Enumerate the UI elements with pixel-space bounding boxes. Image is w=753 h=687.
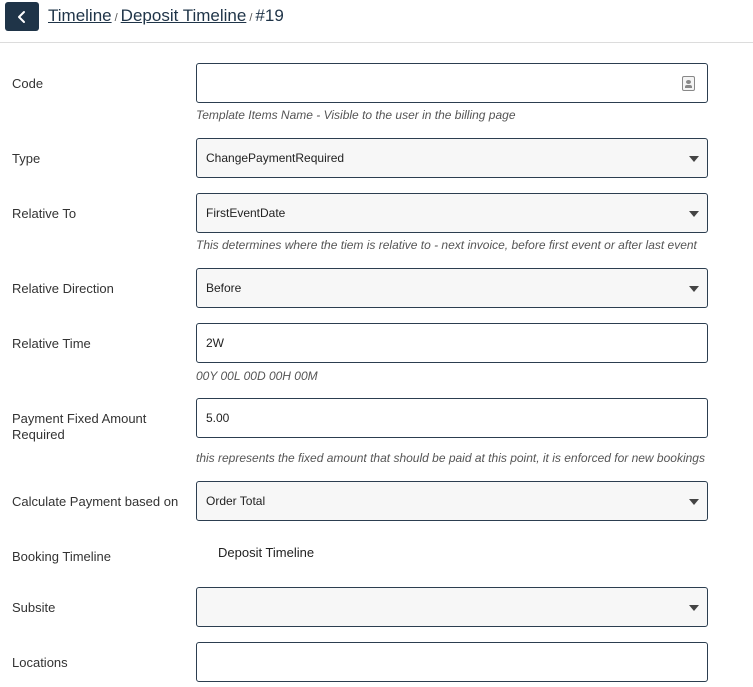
payment-fixed-amount-input[interactable]: 5.00 (196, 398, 708, 438)
calculate-payment-select[interactable]: Order Total (196, 481, 708, 521)
booking-timeline-label: Booking Timeline (12, 549, 111, 564)
payment-fixed-amount-label-line2: Required (12, 427, 65, 442)
relative-to-label: Relative To (12, 206, 77, 221)
payment-fixed-amount-label: Payment Fixed Amount Required (12, 411, 192, 443)
code-label: Code (12, 76, 44, 91)
calculate-payment-label: Calculate Payment based on (12, 494, 179, 509)
breadcrumb-link-timeline[interactable]: Timeline (48, 6, 112, 25)
relative-to-select[interactable]: FirstEventDate (196, 193, 708, 233)
locations-input[interactable] (196, 642, 708, 682)
caret-down-icon (689, 605, 699, 611)
payment-fixed-amount-label-line1: Payment Fixed Amount (12, 411, 147, 426)
subsite-select[interactable] (196, 587, 708, 627)
breadcrumb-separator: / (249, 12, 253, 24)
type-select[interactable]: ChangePaymentRequired (196, 138, 708, 178)
caret-down-icon (689, 156, 699, 162)
breadcrumb-link-deposit-timeline[interactable]: Deposit Timeline (121, 6, 247, 25)
breadcrumb: Timeline / Deposit Timeline / #19 (48, 6, 284, 26)
relative-time-value: 2W (206, 336, 224, 350)
code-input[interactable] (196, 63, 708, 103)
relative-direction-label: Relative Direction (12, 281, 114, 296)
booking-timeline-value: Deposit Timeline (218, 545, 315, 560)
relative-direction-select[interactable]: Before (196, 268, 708, 308)
subsite-label: Subsite (12, 600, 56, 615)
relative-time-label: Relative Time (12, 336, 91, 351)
code-help-text: Template Items Name - Visible to the use… (196, 108, 516, 122)
type-value: ChangePaymentRequired (206, 151, 345, 165)
calculate-payment-value: Order Total (206, 494, 266, 508)
back-button[interactable] (5, 2, 39, 31)
breadcrumb-current: #19 (255, 6, 284, 25)
relative-direction-value: Before (206, 281, 242, 295)
relative-time-input[interactable]: 2W (196, 323, 708, 363)
caret-down-icon (689, 286, 699, 292)
relative-time-help-text: 00Y 00L 00D 00H 00M (196, 369, 318, 383)
caret-down-icon (689, 211, 699, 217)
relative-to-value: FirstEventDate (206, 206, 286, 220)
locations-label: Locations (12, 655, 68, 670)
type-label: Type (12, 151, 41, 166)
chevron-left-icon (18, 10, 25, 23)
contact-card-icon[interactable] (682, 76, 695, 91)
payment-fixed-amount-help-text: this represents the fixed amount that sh… (196, 451, 705, 465)
page-header: Timeline / Deposit Timeline / #19 (0, 0, 753, 43)
payment-fixed-amount-value: 5.00 (206, 411, 230, 425)
relative-to-help-text: This determines where the tiem is relati… (196, 238, 697, 252)
breadcrumb-separator: / (114, 12, 118, 24)
caret-down-icon (689, 499, 699, 505)
